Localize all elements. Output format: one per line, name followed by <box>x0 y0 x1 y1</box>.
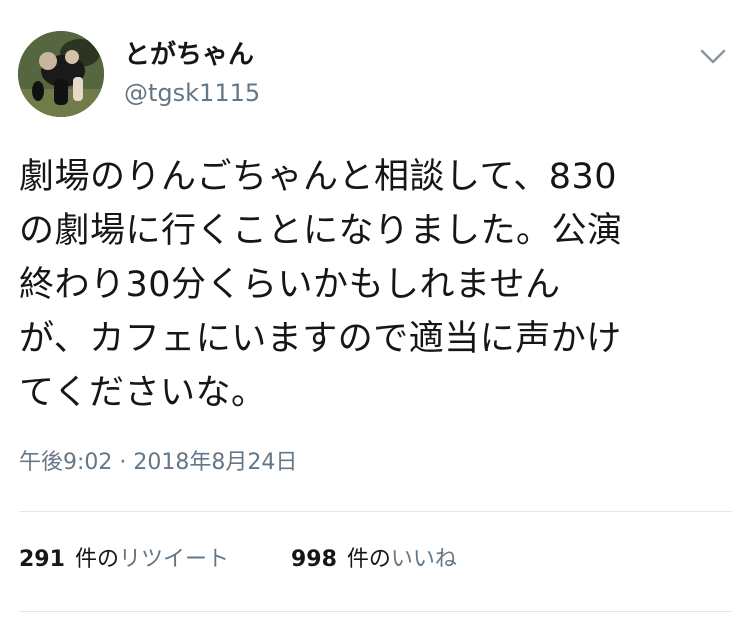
tweet-stats: 291 件の リツイート 998 件の いいね <box>19 545 457 575</box>
retweet-count: 291 <box>19 547 65 572</box>
divider <box>19 611 732 612</box>
like-label: いいね <box>390 547 457 572</box>
like-unit: 件の <box>346 547 391 572</box>
display-name[interactable]: とがちゃん <box>124 40 254 70</box>
user-handle[interactable]: @tgsk1115 <box>124 78 260 108</box>
avatar-image <box>18 31 104 117</box>
avatar[interactable] <box>18 31 104 117</box>
retweet-unit: 件の <box>74 547 119 572</box>
divider <box>19 511 732 512</box>
retweet-count-link[interactable]: 291 件の リツイート <box>19 545 229 575</box>
like-count-link[interactable]: 998 件の いいね <box>291 545 457 575</box>
tweet-text: 劇場のりんごちゃんと相談して、830 の劇場に行くことになりました。公演 終わり… <box>19 157 623 413</box>
like-count: 998 <box>290 547 337 572</box>
chevron-down-icon[interactable] <box>698 44 728 68</box>
tweet-card: とがちゃん @tgsk1115 劇場のりんごちゃんと相談して、830 の劇場に行… <box>0 0 750 623</box>
retweet-label: リツイート <box>118 547 229 572</box>
tweet-timestamp[interactable]: 午後9:02 · 2018年8月24日 <box>19 449 297 477</box>
